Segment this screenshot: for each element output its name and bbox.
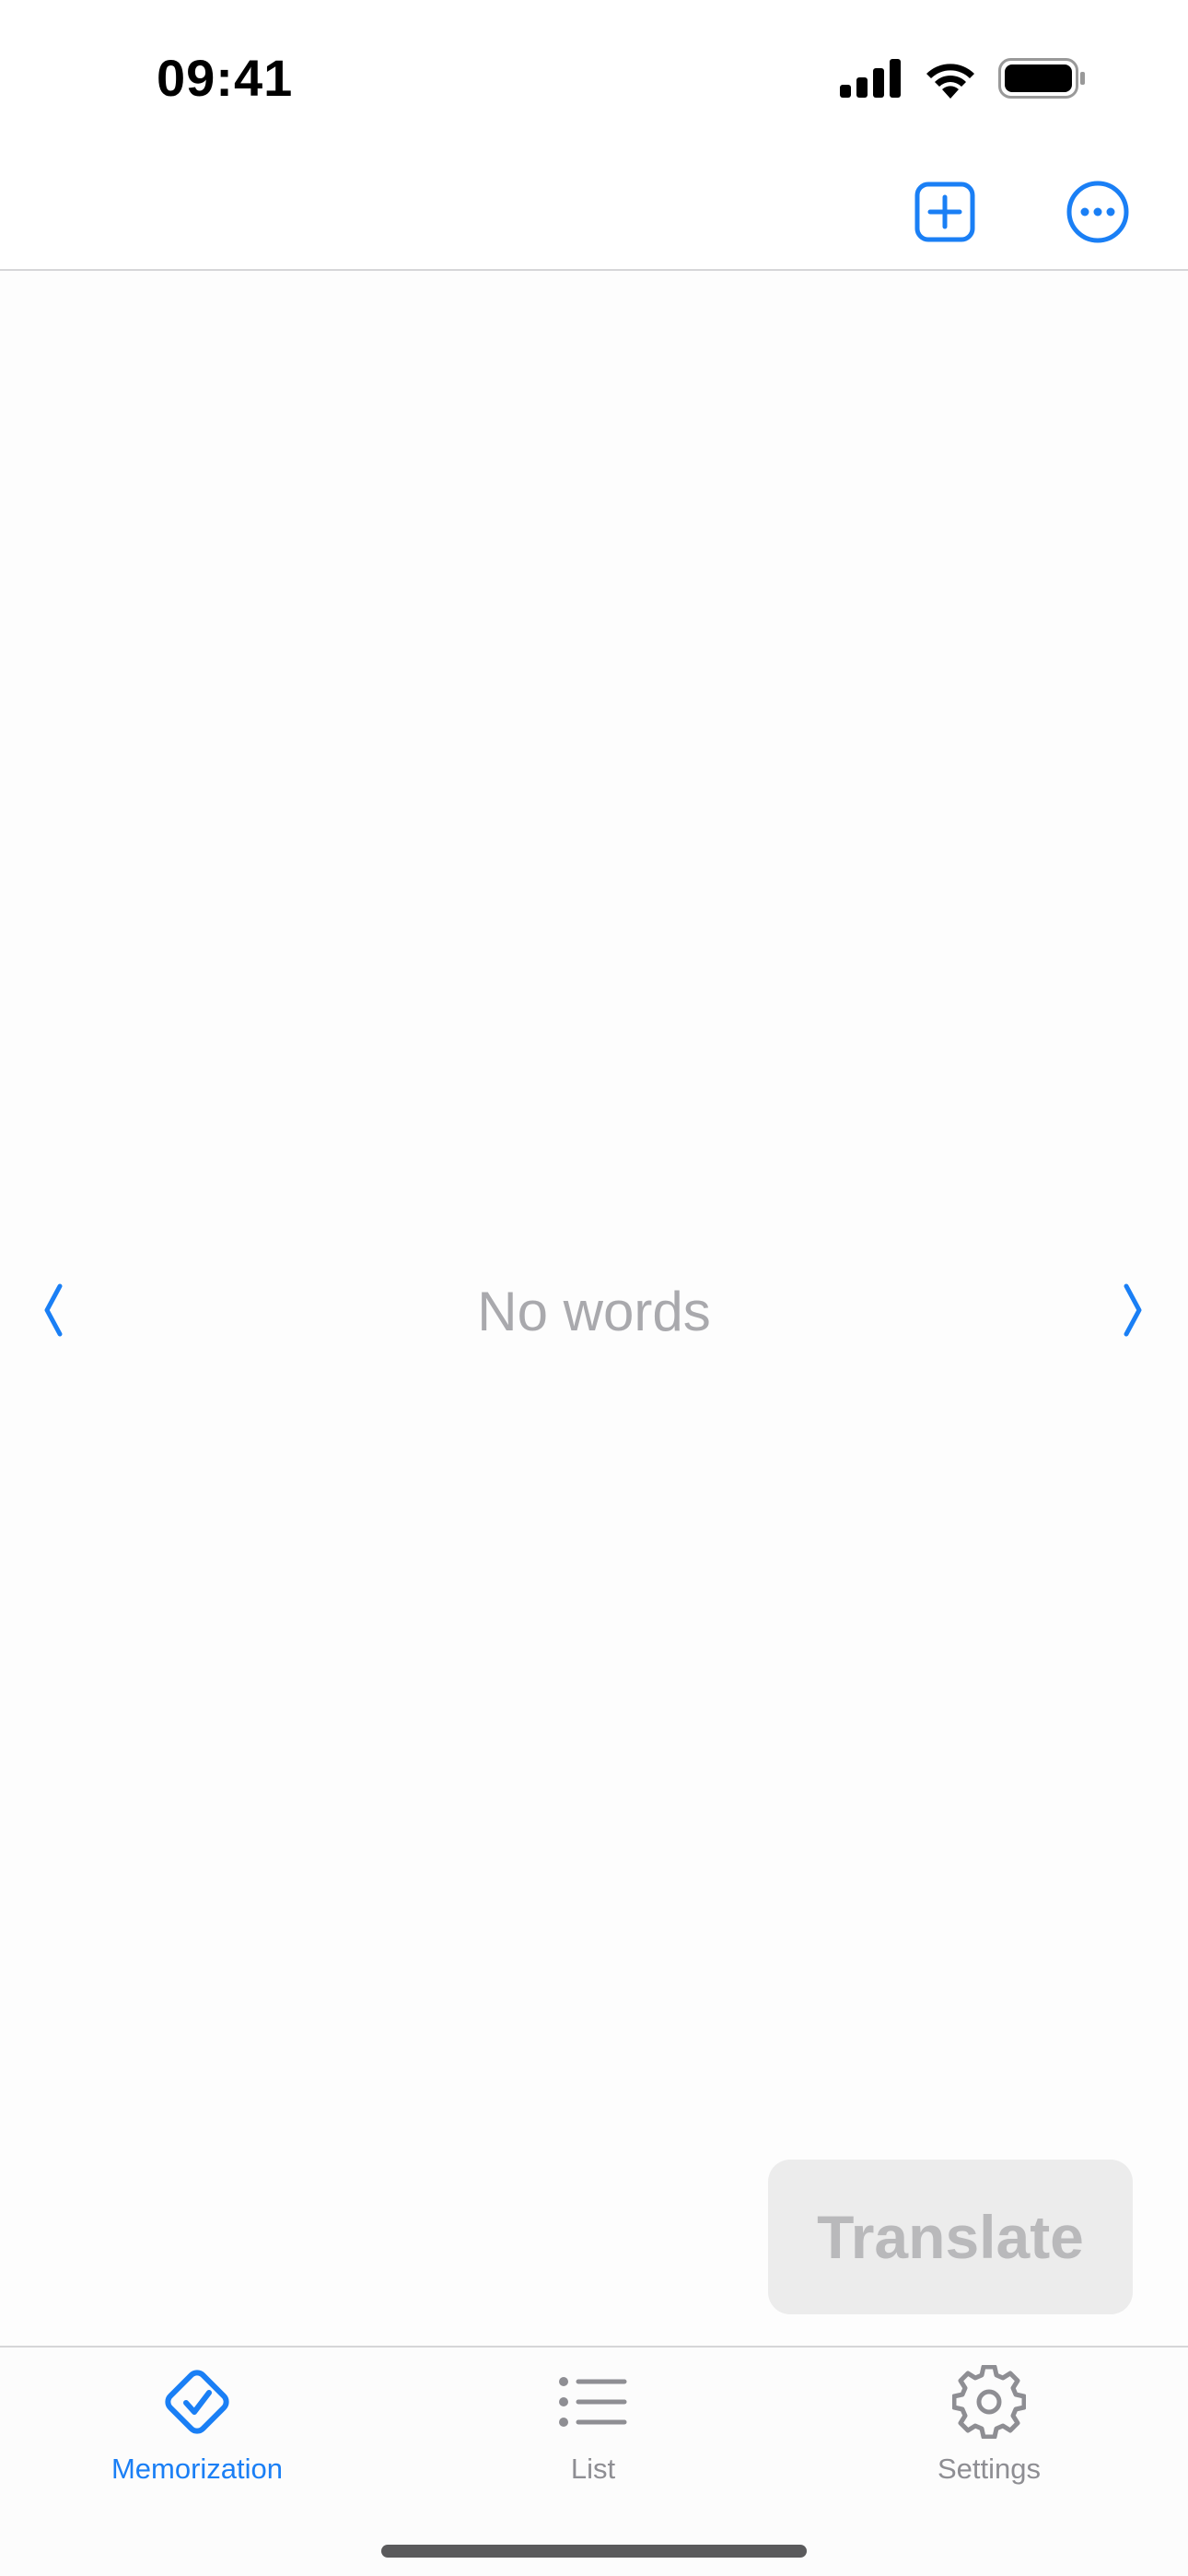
ellipsis-circle-icon [1066,181,1129,248]
status-bar: 09:41 [0,0,1188,157]
tab-list[interactable]: List [455,2360,731,2499]
chevron-right-icon [1119,1282,1147,1342]
home-indicator [381,2545,807,2558]
tab-memorization-label: Memorization [111,2453,284,2485]
more-options-button[interactable] [1061,177,1135,251]
word-card-area: No words Translate [0,271,1188,2346]
translate-button[interactable]: Translate [768,2160,1133,2314]
battery-icon [998,57,1087,103]
next-word-button[interactable] [1105,1270,1160,1353]
tab-bar: Memorization List Settings [0,2346,1188,2576]
tab-settings-label: Settings [937,2453,1041,2485]
tab-list-label: List [570,2453,616,2485]
list-bullet-icon [552,2360,635,2443]
wifi-icon [923,58,978,103]
plus-square-icon [914,181,975,247]
checkmark-diamond-icon [156,2360,239,2443]
tab-memorization[interactable]: Memorization [59,2360,335,2499]
gear-icon [948,2360,1031,2443]
status-time: 09:41 [157,49,294,107]
add-word-button[interactable] [908,177,982,251]
status-icons [840,57,1087,103]
cellular-signal-icon [840,58,903,102]
empty-state-message: No words [477,1281,711,1342]
navigation-bar [0,157,1188,271]
tab-settings[interactable]: Settings [851,2360,1127,2499]
app-screen: 09:41 No words Translate Memorization Li… [0,0,1188,2576]
